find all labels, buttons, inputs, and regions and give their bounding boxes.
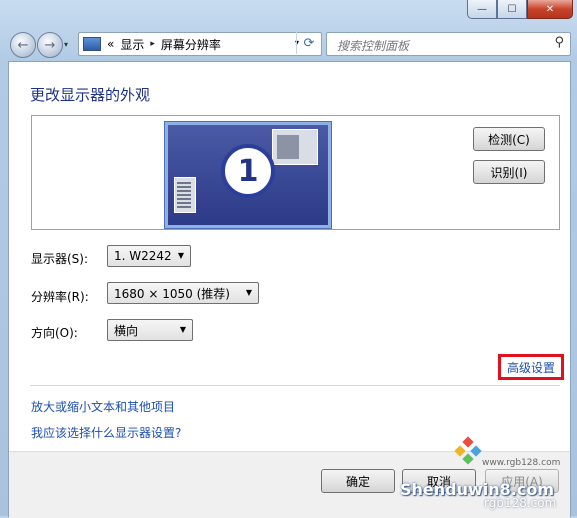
monitor-1-thumbnail[interactable]: 1 <box>165 122 331 228</box>
orientation-select-value: 横向 <box>114 323 139 338</box>
back-arrow-icon: ← <box>17 37 29 53</box>
display-select[interactable]: 1. W2242 ▼ <box>107 245 191 267</box>
orientation-label: 方向(O): <box>31 326 78 340</box>
close-button[interactable]: ✕ <box>527 0 573 19</box>
main-content: 更改显示器的外观 1 检测(C) 识别(I) 显示器(S): 1. W2242 … <box>8 61 571 518</box>
watermark-site: www.rgb128.com <box>482 458 561 468</box>
monitor-preview-area: 1 检测(C) 识别(I) <box>31 115 560 230</box>
minimize-button[interactable]: — <box>467 0 497 19</box>
forward-button[interactable]: → <box>37 32 63 58</box>
maximize-button[interactable]: ☐ <box>497 0 527 19</box>
page-title: 更改显示器的外观 <box>30 86 151 104</box>
forward-arrow-icon: → <box>44 37 56 53</box>
resolution-select[interactable]: 1680 × 1050 (推荐) ▼ <box>107 282 259 304</box>
display-select-value: 1. W2242 <box>114 249 172 263</box>
recent-pages-dropdown[interactable]: ▾ <box>64 40 68 49</box>
display-label: 显示器(S): <box>31 252 89 266</box>
window-controls: — ☐ ✕ <box>467 0 573 19</box>
display-settings-help-link[interactable]: 我应该选择什么显示器设置? <box>31 424 181 441</box>
address-bar[interactable]: « 显示 ▸ 屏幕分辨率 ▾ <box>78 32 322 56</box>
detect-button[interactable]: 检测(C) <box>473 127 545 151</box>
watermark-logo-icon <box>454 436 482 465</box>
window-thumbnail-icon <box>272 129 318 165</box>
chevron-down-icon: ▼ <box>179 325 186 334</box>
breadcrumb-display[interactable]: 显示 <box>120 36 144 53</box>
monitor-number: 1 <box>221 144 275 198</box>
breadcrumb-separator-icon[interactable]: ▸ <box>150 39 155 49</box>
search-placeholder: 搜索控制面板 <box>337 39 410 53</box>
back-button[interactable]: ← <box>10 32 36 58</box>
chevron-down-icon: ▼ <box>177 251 184 260</box>
ok-button[interactable]: 确定 <box>321 469 395 493</box>
identify-button[interactable]: 识别(I) <box>473 160 545 184</box>
chevron-down-icon: ▼ <box>245 288 252 297</box>
orientation-select[interactable]: 横向 ▼ <box>107 319 193 341</box>
address-overflow[interactable]: « <box>107 37 114 51</box>
refresh-button[interactable]: ⟳ <box>296 32 321 54</box>
divider <box>30 385 560 386</box>
refresh-icon: ⟳ <box>303 35 315 51</box>
maximize-icon: ☐ <box>507 3 517 15</box>
search-icon[interactable]: ⚲ <box>554 35 564 50</box>
breadcrumb-resolution[interactable]: 屏幕分辨率 <box>161 36 221 53</box>
document-thumbnail-icon <box>174 177 196 213</box>
search-input[interactable]: 搜索控制面板 ⚲ <box>326 32 571 56</box>
close-icon: ✕ <box>545 3 555 15</box>
text-size-link[interactable]: 放大或缩小文本和其他项目 <box>31 398 175 415</box>
resolution-label: 分辨率(R): <box>31 290 89 304</box>
window-frame: — ☐ ✕ ← → ▾ « 显示 ▸ 屏幕分辨率 ▾ ⟳ 搜索控制面板 ⚲ 更改… <box>0 0 577 518</box>
watermark-sub: rgb128.com <box>484 496 557 510</box>
navigation-bar: ← → ▾ « 显示 ▸ 屏幕分辨率 ▾ ⟳ 搜索控制面板 ⚲ <box>0 28 577 60</box>
minimize-icon: — <box>477 3 487 15</box>
resolution-select-value: 1680 × 1050 (推荐) <box>114 286 230 301</box>
advanced-settings-link[interactable]: 高级设置 <box>498 354 564 380</box>
display-icon <box>83 37 101 51</box>
